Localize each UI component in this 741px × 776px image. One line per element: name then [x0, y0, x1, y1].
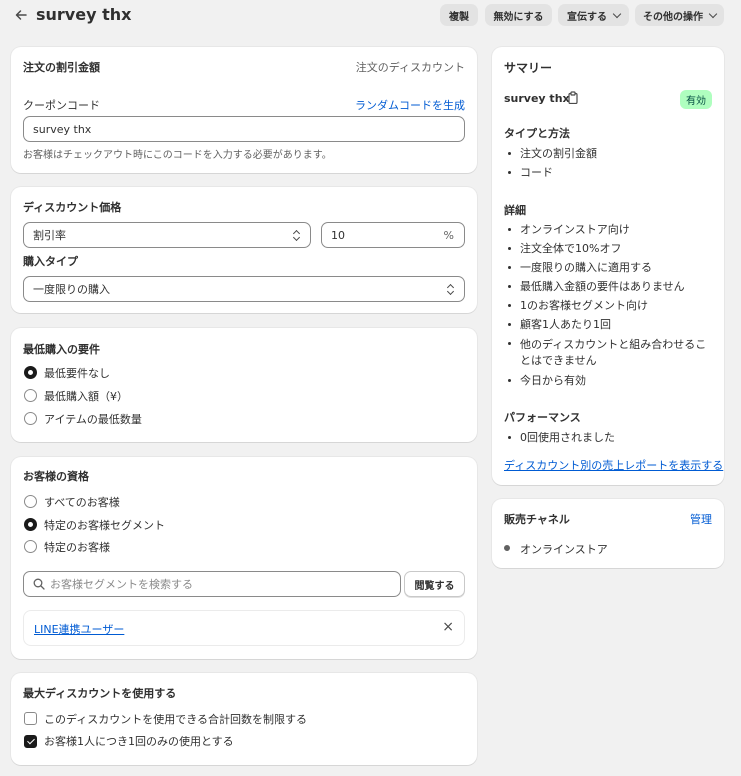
chevron-down-icon [612, 9, 622, 18]
status-badge: 有効 [680, 90, 712, 109]
minimum-requirements-card: 最低購入の要件 最低要件なし 最低購入額（¥） アイテムの最低数量 [11, 328, 477, 442]
type-list: 注文の割引金額 コード [504, 147, 714, 180]
radio-specific-customers[interactable] [24, 540, 37, 553]
coupon-code-label: クーポンコード [23, 99, 100, 112]
discount-type-value: 割引率 [33, 229, 66, 242]
type-heading: タイプと方法 [504, 127, 570, 140]
search-icon [33, 578, 45, 593]
discount-type-select[interactable]: 割引率 [23, 222, 311, 248]
radio-label: 最低購入額（¥） [44, 390, 128, 403]
deactivate-label: 無効にする [493, 11, 544, 23]
discount-value-card: ディスカウント価格 割引率 10 % 購入タイプ 一度限りの購入 [11, 187, 477, 313]
details-heading: 詳細 [504, 204, 526, 217]
copy-icon[interactable] [567, 91, 579, 107]
radio-label: すべてのお客様 [44, 496, 120, 509]
generate-code-link[interactable]: ランダムコードを生成 [355, 97, 465, 113]
list-item: 最低購入金額の要件はありません [504, 280, 714, 294]
one-per-customer-checkbox[interactable] [24, 735, 37, 748]
radio-label: 最低要件なし [44, 367, 110, 380]
discount-amount-value: 10 [331, 228, 345, 242]
sales-channel-title: 販売チャネル [504, 513, 570, 526]
list-item: 1のお客様セグメント向け [504, 299, 714, 313]
maximum-uses-card: 最大ディスカウントを使用する このディスカウントを使用できる合計回数を制限する … [11, 673, 477, 765]
card-title: 最低購入の要件 [23, 343, 100, 356]
details-list: オンラインストア向け 注文全体で10%オフ 一度限りの購入に適用する 最低購入金… [504, 223, 714, 388]
search-placeholder: お客様セグメントを検索する [50, 578, 193, 591]
promote-button[interactable]: 宣伝する [558, 4, 629, 26]
sales-report-link[interactable]: ディスカウント別の売上レポートを表示する [504, 457, 723, 473]
card-subtitle: 注文のディスカウント [355, 61, 465, 74]
card-title: ディスカウント価格 [23, 201, 122, 214]
list-item: 顧客1人あたり1回 [504, 318, 714, 332]
deactivate-button[interactable]: 無効にする [485, 4, 552, 26]
browse-button[interactable]: 閲覧する [404, 571, 465, 597]
limit-total-uses-checkbox[interactable] [24, 712, 37, 725]
list-item: 注文の割引金額 [504, 147, 714, 161]
radio-customer-segments[interactable] [24, 518, 37, 531]
percent-suffix: % [443, 229, 454, 242]
select-arrows-icon [293, 230, 301, 242]
purchase-type-label: 購入タイプ [23, 255, 78, 268]
customer-eligibility-card: お客様の資格 すべてのお客様 特定のお客様セグメント 特定のお客様 お客様セグメ… [11, 457, 477, 659]
purchase-type-value: 一度限りの購入 [33, 283, 110, 296]
browse-label: 閲覧する [414, 580, 455, 592]
radio-no-minimum[interactable] [24, 366, 37, 379]
radio-minimum-amount[interactable] [24, 389, 37, 402]
radio-minimum-quantity[interactable] [24, 412, 37, 425]
channel-dot-icon [504, 545, 510, 551]
checkbox-label: このディスカウントを使用できる合計回数を制限する [44, 713, 308, 726]
list-item: 0回使用されました [504, 431, 714, 445]
summary-card: サマリー survey thx 有効 タイプと方法 注文の割引金額 コード 詳細… [492, 47, 724, 485]
sales-channel-card: 販売チャネル 管理 オンラインストア [492, 499, 724, 568]
card-title: 注文の割引金額 [23, 61, 100, 74]
select-arrows-icon [447, 284, 455, 296]
performance-list: 0回使用されました [504, 431, 714, 445]
back-arrow-icon[interactable] [12, 6, 30, 24]
performance-heading: パフォーマンス [504, 411, 581, 424]
summary-code: survey thx [504, 92, 570, 105]
more-actions-label: その他の操作 [643, 11, 703, 23]
promote-label: 宣伝する [567, 11, 607, 23]
card-title: お客様の資格 [23, 470, 89, 483]
discount-code-card: 注文の割引金額 注文のディスカウント クーポンコード ランダムコードを生成 su… [11, 47, 477, 173]
more-actions-button[interactable]: その他の操作 [635, 4, 724, 26]
radio-label: 特定のお客様セグメント [44, 519, 165, 532]
coupon-code-input[interactable]: survey thx [23, 116, 465, 142]
discount-amount-input[interactable]: 10 % [321, 222, 465, 248]
list-item: コード [504, 166, 714, 180]
manage-link[interactable]: 管理 [690, 511, 712, 527]
segment-search-input[interactable]: お客様セグメントを検索する [23, 571, 401, 597]
selected-segment-item: LINE連携ユーザー × [23, 610, 465, 646]
duplicate-label: 複製 [449, 11, 469, 23]
list-item: 注文全体で10%オフ [504, 242, 714, 256]
list-item: 他のディスカウントと組み合わせることはできません [504, 337, 714, 369]
duplicate-button[interactable]: 複製 [440, 4, 478, 26]
purchase-type-select[interactable]: 一度限りの購入 [23, 276, 465, 302]
summary-title: サマリー [504, 61, 553, 75]
card-title: 最大ディスカウントを使用する [23, 687, 177, 700]
radio-label: アイテムの最低数量 [44, 413, 142, 426]
coupon-code-value: survey thx [33, 122, 92, 136]
radio-all-customers[interactable] [24, 495, 37, 508]
list-item: 今日から有効 [504, 374, 714, 388]
segment-link[interactable]: LINE連携ユーザー [34, 621, 124, 637]
radio-label: 特定のお客様 [44, 541, 110, 554]
checkbox-label: お客様1人につき1回のみの使用とする [44, 735, 234, 748]
page-header: survey thx 複製 無効にする 宣伝する その他の操作 [0, 0, 741, 30]
coupon-code-help: お客様はチェックアウト時にこのコードを入力する必要があります。 [23, 150, 332, 161]
list-item: オンラインストア向け [504, 223, 714, 237]
page-title: survey thx [36, 5, 132, 24]
channel-name: オンラインストア [520, 543, 608, 556]
remove-segment-icon[interactable]: × [442, 619, 454, 635]
chevron-down-icon [708, 9, 718, 18]
list-item: 一度限りの購入に適用する [504, 261, 714, 275]
